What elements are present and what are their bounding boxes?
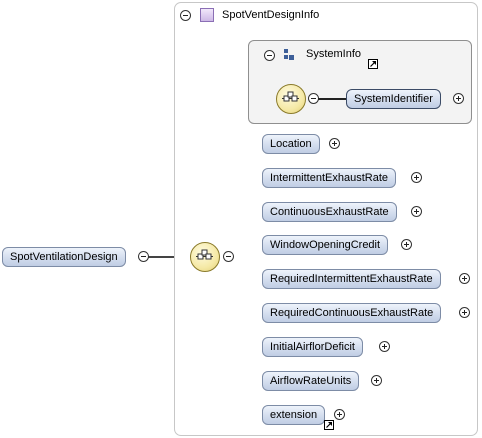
- element-label: AirflowRateUnits: [270, 375, 352, 387]
- element-label: Location: [270, 138, 312, 150]
- element-continuous-exhaust-rate[interactable]: ContinuousExhaustRate: [262, 202, 397, 222]
- collapse-type-toggle[interactable]: [180, 10, 191, 21]
- group-reference-arrow-icon[interactable]: [368, 59, 378, 69]
- expand-window-opening-credit-toggle[interactable]: [401, 239, 412, 250]
- collapse-group-toggle[interactable]: [264, 50, 275, 61]
- complex-type-title: SpotVentDesignInfo: [222, 9, 320, 21]
- element-required-continuous-exhaust-rate[interactable]: RequiredContinuousExhaustRate: [262, 303, 442, 323]
- group-sequence-icon: [276, 84, 306, 114]
- element-label: RequiredIntermittentExhaustRate: [270, 273, 433, 285]
- element-location[interactable]: Location: [262, 134, 320, 154]
- connector-group-child: [318, 98, 348, 100]
- collapse-root-toggle[interactable]: [138, 251, 149, 262]
- expand-system-identifier-toggle[interactable]: [453, 93, 464, 104]
- element-root[interactable]: SpotVentilationDesign: [2, 247, 126, 267]
- complex-type-icon: [200, 8, 214, 22]
- element-window-opening-credit[interactable]: WindowOpeningCredit: [262, 235, 389, 255]
- complex-type-header: SpotVentDesignInfo: [174, 2, 478, 29]
- element-required-intermittent-exhaust-rate[interactable]: RequiredIntermittentExhaustRate: [262, 269, 441, 289]
- element-intermittent-exhaust-rate[interactable]: IntermittentExhaustRate: [262, 168, 397, 188]
- group-title: SystemInfo: [306, 48, 362, 60]
- expand-location-toggle[interactable]: [329, 138, 340, 149]
- element-airflow-rate-units[interactable]: AirflowRateUnits: [262, 371, 360, 391]
- expand-extension-toggle[interactable]: [334, 409, 345, 420]
- element-extension[interactable]: extension: [262, 405, 326, 425]
- extension-reference-arrow-icon[interactable]: [324, 420, 334, 430]
- expand-required-continuous-exhaust-rate-toggle[interactable]: [459, 307, 470, 318]
- element-label: WindowOpeningCredit: [270, 239, 381, 251]
- element-initial-airflow-deficit[interactable]: InitialAirflorDeficit: [262, 337, 363, 357]
- expand-intermittent-exhaust-rate-toggle[interactable]: [411, 172, 422, 183]
- expand-continuous-exhaust-rate-toggle[interactable]: [411, 206, 422, 217]
- element-label: SpotVentilationDesign: [10, 251, 118, 263]
- expand-initial-airflow-deficit-toggle[interactable]: [379, 341, 390, 352]
- element-label: ContinuousExhaustRate: [270, 206, 389, 218]
- expand-required-intermittent-exhaust-rate-toggle[interactable]: [459, 273, 470, 284]
- element-label: extension: [270, 409, 318, 421]
- sequence-icon: [190, 242, 220, 272]
- element-system-identifier[interactable]: SystemIdentifier: [346, 89, 441, 109]
- element-label: IntermittentExhaustRate: [270, 172, 389, 184]
- collapse-sequence-toggle[interactable]: [223, 251, 234, 262]
- element-label: SystemIdentifier: [354, 93, 433, 105]
- element-label: InitialAirflorDeficit: [270, 341, 355, 353]
- group-icon: [282, 48, 296, 62]
- expand-airflow-rate-units-toggle[interactable]: [371, 375, 382, 386]
- element-label: RequiredContinuousExhaustRate: [270, 307, 434, 319]
